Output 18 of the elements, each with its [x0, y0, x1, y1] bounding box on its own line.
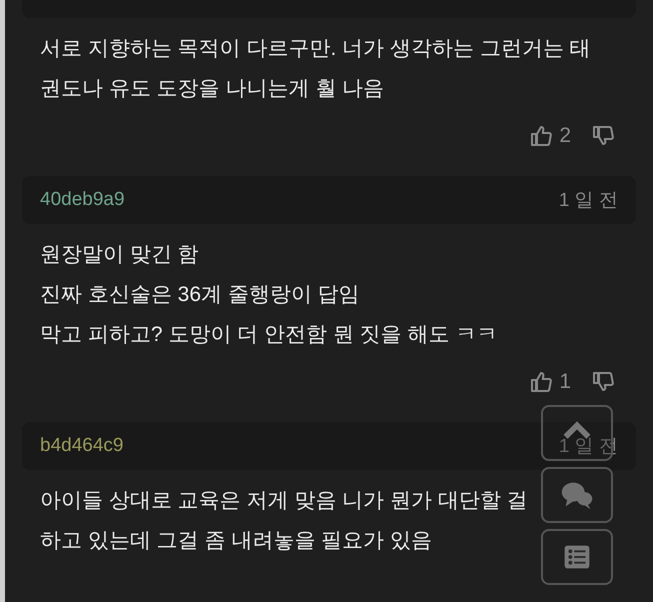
- comment-text: 아이들 상대로 교육은 저게 맞음 니가 뭔가 대단할 걸: [40, 488, 528, 514]
- comment-text: 하고 있는데 그걸 좀 내려놓을 필요가 있음: [40, 528, 432, 554]
- like-count: 2: [559, 124, 571, 148]
- thumbs-down-icon[interactable]: [591, 370, 615, 394]
- comment-text: 권도나 유도 도장을 나니는게 훨 나음: [40, 76, 384, 102]
- comment-text: 원장말이 맞긴 함: [40, 242, 199, 268]
- thumbs-up-icon[interactable]: [529, 370, 554, 394]
- comment-text: 막고 피하고? 도망이 더 안전함 뭔 짓을 해도 ㅋㅋ: [40, 322, 498, 348]
- username[interactable]: b4d464c9: [40, 435, 124, 457]
- comment-text: 진짜 호신술은 36계 줄행랑이 답임: [40, 282, 360, 308]
- list-button[interactable]: [541, 529, 613, 585]
- thumbs-down-icon[interactable]: [591, 124, 615, 148]
- username[interactable]: 40deb9a9: [40, 189, 125, 211]
- thumbs-up-icon[interactable]: [529, 124, 554, 148]
- like-count: 1: [559, 370, 571, 394]
- comments-button[interactable]: [541, 467, 613, 523]
- comment-text: 서로 지향하는 목적이 다르구만. 너가 생각하는 그런거는 태: [40, 36, 591, 62]
- timestamp: 1 일 전: [558, 189, 618, 213]
